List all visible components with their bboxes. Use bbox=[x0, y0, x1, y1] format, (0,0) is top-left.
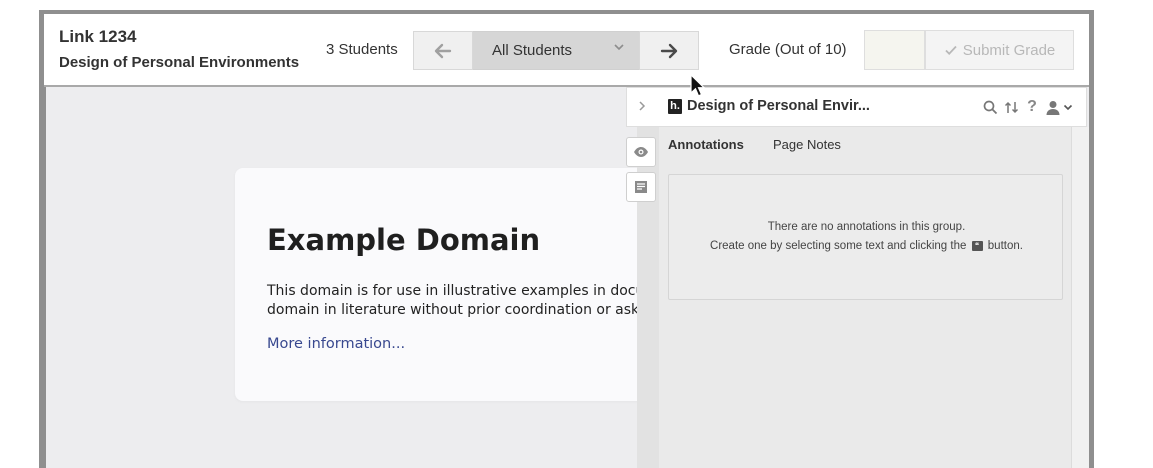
hypothesis-logo: h. bbox=[668, 99, 682, 114]
assignment-title: Link 1234 bbox=[59, 27, 137, 46]
grade-input[interactable] bbox=[864, 30, 925, 70]
check-icon bbox=[945, 45, 957, 55]
empty-message-text-end: button. bbox=[987, 240, 1023, 252]
chevron-down-icon bbox=[1063, 104, 1072, 111]
page-heading: Example Domain bbox=[267, 223, 541, 257]
arrow-right-icon bbox=[660, 43, 678, 58]
student-count: 3 Students bbox=[326, 41, 398, 58]
chevron-right-icon bbox=[639, 101, 646, 111]
previous-student-button[interactable] bbox=[413, 31, 473, 70]
empty-message-text: Create one by selecting some text and cl… bbox=[710, 240, 967, 252]
cursor-icon bbox=[690, 74, 706, 97]
user-menu[interactable] bbox=[1044, 97, 1074, 117]
body-line-1: This domain is for use in illustrative e… bbox=[267, 283, 675, 299]
body-line-2: domain in literature without prior coord… bbox=[267, 302, 675, 318]
student-select-value: All Students bbox=[492, 42, 573, 59]
user-icon bbox=[1046, 100, 1059, 115]
toggle-highlights-button[interactable] bbox=[626, 137, 656, 167]
student-select[interactable]: All Students bbox=[473, 31, 639, 70]
tab-annotations[interactable]: Annotations bbox=[668, 137, 744, 152]
sort-icon[interactable] bbox=[1003, 97, 1019, 117]
help-icon[interactable]: ? bbox=[1025, 97, 1039, 117]
eye-icon bbox=[634, 147, 648, 157]
submit-grade-button[interactable]: Submit Grade bbox=[925, 30, 1074, 70]
sidebar-collapse-button[interactable] bbox=[634, 96, 650, 116]
page-body-text: This domain is for use in illustrative e… bbox=[267, 282, 675, 320]
annotate-icon: ❝ bbox=[971, 241, 983, 251]
grade-label: Grade (Out of 10) bbox=[729, 41, 847, 58]
next-student-button[interactable] bbox=[639, 31, 699, 70]
empty-message-line-2: Create one by selecting some text and cl… bbox=[669, 240, 1064, 252]
submit-grade-label: Submit Grade bbox=[962, 41, 1056, 59]
sidebar-group-title[interactable]: Design of Personal Envir... bbox=[687, 98, 870, 114]
more-information-link[interactable]: More information... bbox=[267, 336, 405, 352]
example-domain-card: Example Domain This domain is for use in… bbox=[235, 168, 675, 401]
empty-annotations-message: There are no annotations in this group. … bbox=[668, 174, 1063, 300]
tab-page-notes[interactable]: Page Notes bbox=[773, 137, 841, 152]
empty-message-line-1: There are no annotations in this group. bbox=[767, 221, 966, 233]
arrow-left-icon bbox=[434, 43, 452, 58]
new-page-note-button[interactable] bbox=[626, 172, 656, 202]
sidebar-scroll-gutter bbox=[1072, 127, 1089, 468]
course-title: Design of Personal Environments bbox=[59, 54, 300, 71]
chevron-down-icon bbox=[613, 41, 625, 56]
page-note-icon bbox=[635, 181, 647, 193]
search-icon[interactable] bbox=[981, 97, 999, 117]
